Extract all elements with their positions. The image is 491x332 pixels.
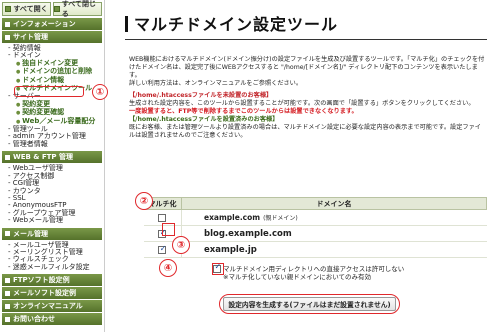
description: WEB機能におけるマルチドメイン(ドメイン振分け)の設定ファイルを生成及び設置す… bbox=[129, 56, 487, 140]
not-installed-text: 生成された設定内容を、このツールから設置することが可能です。次の画面で「設置する… bbox=[129, 100, 475, 107]
bullet-icon bbox=[5, 231, 10, 237]
desc-paragraph-2: 詳しい利用方法は、オンラインマニュアルをご参照ください。 bbox=[129, 80, 303, 87]
sidebar-section-web-ftp[interactable]: WEB & FTP 管理 bbox=[2, 151, 102, 164]
sidebar-section-mail-soft[interactable]: メールソフト設定例 bbox=[2, 287, 102, 300]
installed-heading: 【/home/.htaccessファイルを設置済みのお客様】 bbox=[129, 116, 279, 123]
option-note: ※マルチ化していない親ドメインにおいてのみ有効 bbox=[223, 273, 372, 281]
callout-3: ③ bbox=[172, 236, 190, 254]
table-header-row: マルチ化 ドメイン名 bbox=[143, 197, 487, 210]
sidebar-top-buttons: すべて開く すべて閉じる bbox=[0, 0, 104, 18]
sidebar-item-webmail[interactable]: Webメール管理 bbox=[8, 216, 104, 224]
collapse-all-button[interactable]: すべて閉じる bbox=[53, 0, 102, 18]
callout-1: ① bbox=[92, 84, 108, 100]
parent-domain-note: (親ドメイン) bbox=[263, 215, 298, 222]
sidebar-section-manual[interactable]: オンラインマニュアル bbox=[2, 300, 102, 313]
sidebar-section-mail[interactable]: メール管理 bbox=[2, 227, 102, 240]
sidebar-mail-list: メールユーザ管理 メーリングリスト管理 ウィルスチェック 迷惑メールフィルタ設定 bbox=[0, 241, 104, 274]
sidebar-section-contact[interactable]: お問い合わせ bbox=[2, 313, 102, 326]
bullet-icon bbox=[5, 303, 10, 309]
multi-checkbox-example-com[interactable] bbox=[158, 213, 167, 222]
desc-paragraph-1: WEB機能におけるマルチドメイン(ドメイン振分け)の設定ファイルを生成及び設置す… bbox=[129, 56, 485, 79]
sidebar-section-information[interactable]: インフォメーション bbox=[2, 18, 102, 30]
callout-4: ④ bbox=[159, 259, 177, 277]
sidebar-section-site[interactable]: サイト管理 bbox=[2, 31, 102, 43]
domain-table: マルチ化 ドメイン名 example.com(親ドメイン) blog.examp… bbox=[143, 197, 487, 258]
highlight-ring-button bbox=[219, 294, 400, 314]
callout-2: ② bbox=[135, 192, 153, 210]
not-installed-warning: 一度設置すると、FTP等で削除するまでこのツールからは設置できなくなります。 bbox=[129, 108, 358, 115]
bullet-icon bbox=[5, 34, 10, 40]
highlight-box-checkbox bbox=[162, 223, 175, 236]
bullet-icon bbox=[5, 21, 10, 27]
bullet-icon bbox=[5, 154, 10, 160]
sidebar-site-list: 契約情報 ドメイン 独自ドメイン変更 ドメインの追加と削除 ドメイン情報 マルチ… bbox=[0, 44, 104, 150]
bullet-icon bbox=[5, 290, 10, 296]
domain-name: blog.example.com bbox=[204, 228, 292, 239]
bullet-icon bbox=[5, 277, 10, 283]
sidebar-item-spam[interactable]: 迷惑メールフィルタ設定 bbox=[8, 263, 104, 271]
highlight-box-multidomain bbox=[14, 86, 84, 97]
table-row: example.com (親ドメイン) bbox=[143, 209, 487, 226]
page-title: マルチドメイン設定ツール bbox=[125, 10, 487, 40]
title-bar-icon bbox=[125, 16, 128, 32]
sidebar-web-list: Webユーザ管理 アクセス制御 CGI管理 カウンタ SSL Anonymous… bbox=[0, 164, 104, 226]
collapse-icon bbox=[54, 6, 60, 12]
table-row: blog.example.com bbox=[143, 225, 487, 242]
table-row: example.jp bbox=[143, 241, 487, 258]
sidebar-item-admin-info[interactable]: 管理者情報 bbox=[8, 140, 104, 148]
highlight-box-option bbox=[212, 263, 224, 275]
col-domain: ドメイン名 bbox=[181, 197, 487, 210]
direct-access-option: マルチドメイン用ディレクトリへの直接アクセスは許可しない ※マルチ化していない親… bbox=[213, 263, 405, 281]
sidebar-section-ftp-soft[interactable]: FTPソフト設定例 bbox=[2, 274, 102, 287]
not-installed-heading: 【/home/.htaccessファイルを未設置のお客様】 bbox=[129, 92, 273, 99]
domain-name: example.com bbox=[204, 213, 261, 222]
option-label: マルチドメイン用ディレクトリへの直接アクセスは許可しない bbox=[223, 265, 405, 273]
sidebar: すべて開く すべて閉じる インフォメーション サイト管理 契約情報 ドメイン 独… bbox=[0, 0, 105, 332]
multi-checkbox-example-jp[interactable] bbox=[158, 244, 166, 254]
installed-text: 既にお客様、または管理ツールより設置済みの場合は、マルチドメイン設定に必要な設定… bbox=[129, 124, 481, 139]
expand-all-button[interactable]: すべて開く bbox=[2, 2, 51, 16]
bullet-icon bbox=[5, 316, 10, 322]
main-content: マルチドメイン設定ツール WEB機能におけるマルチドメイン(ドメイン振分け)の設… bbox=[115, 0, 491, 332]
expand-icon bbox=[5, 6, 12, 12]
domain-name: example.jp bbox=[204, 244, 257, 255]
